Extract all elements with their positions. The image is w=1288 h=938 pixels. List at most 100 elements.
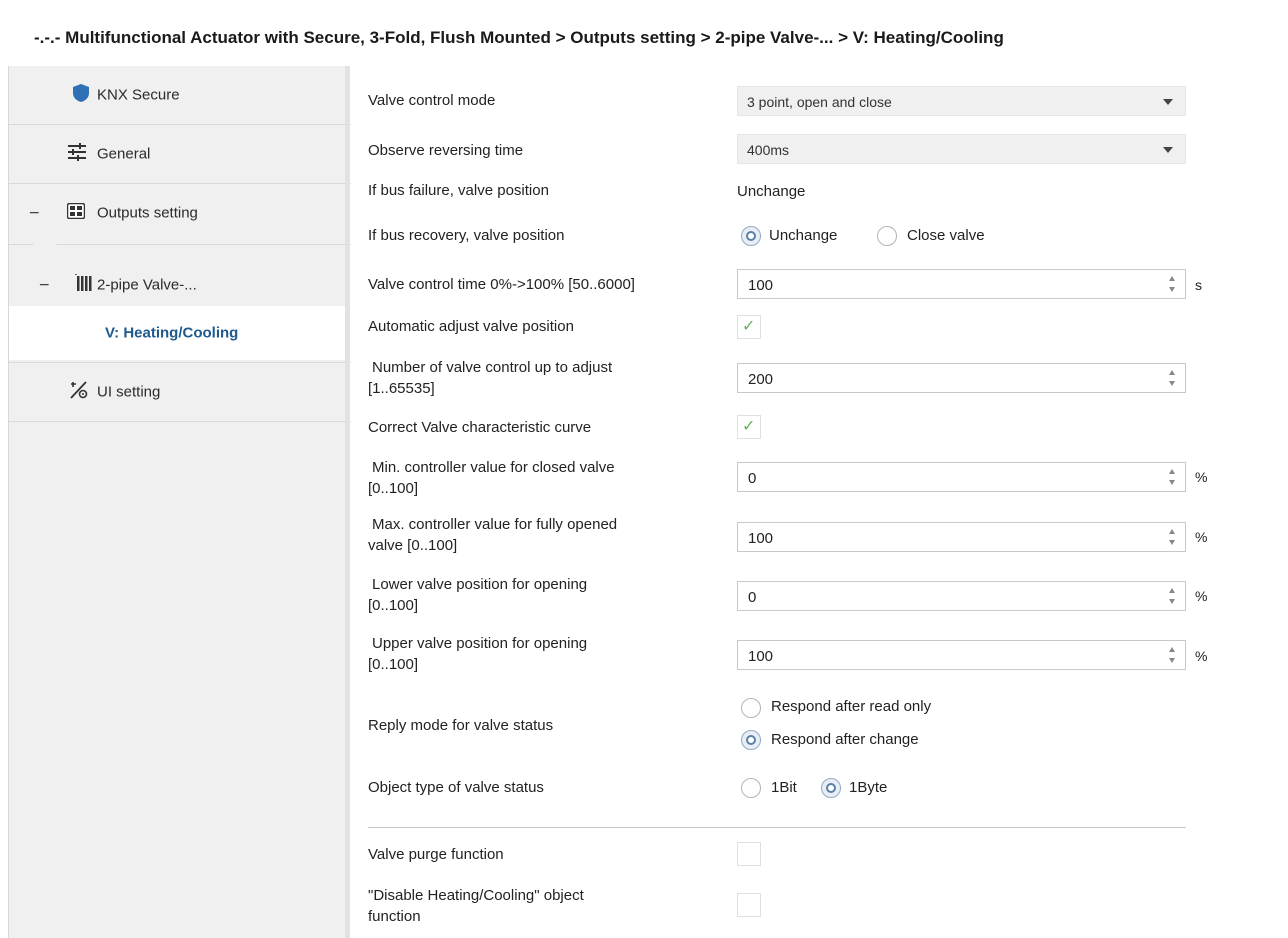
param-label: "Disable Heating/Cooling" object: [368, 887, 584, 904]
param-label: Correct Valve characteristic curve: [368, 419, 592, 436]
param-label: Object type of valve status: [368, 779, 544, 796]
title-bar: -.-.- Multifunctional Actuator with Secu…: [0, 0, 1288, 66]
object-type-radio-1bit[interactable]: [741, 778, 761, 798]
param-label: Min. controller value for closed valve: [372, 459, 615, 476]
param-label: If bus recovery, valve position: [368, 227, 565, 244]
sidebar-item-label: Outputs setting: [97, 204, 198, 222]
checkmark-icon: ✓: [742, 318, 756, 335]
param-label: Reply mode for valve status: [368, 717, 554, 734]
param-label: Valve control time 0%->100% [50..6000]: [368, 276, 635, 293]
breadcrumb-title: -.-.- Multifunctional Actuator with Secu…: [34, 28, 1004, 47]
sidebar-item-label: General: [97, 145, 151, 163]
grid-icon: [66, 202, 86, 223]
tree-notch: [33, 244, 57, 254]
sidebar-item-label: KNX Secure: [97, 86, 180, 104]
param-label-continued: function: [368, 908, 421, 925]
sidebar-item-label: 2-pipe Valve-...: [97, 276, 197, 294]
unit-label: %: [1195, 469, 1208, 485]
input-value: 100: [748, 277, 774, 294]
param-label-range: valve [0..100]: [368, 537, 458, 554]
valve-control-mode-select[interactable]: 3 point, open and close: [737, 86, 1186, 116]
radio-label: 1Bit: [771, 779, 797, 796]
param-label: If bus failure, valve position: [368, 182, 549, 199]
unit-label: %: [1195, 588, 1208, 604]
section-divider: [368, 827, 1186, 828]
spin-up-icon[interactable]: [1169, 647, 1175, 652]
collapse-toggle[interactable]: −: [39, 275, 50, 296]
param-label-range: [1..65535]: [368, 380, 435, 397]
param-label-range: [0..100]: [368, 656, 419, 673]
param-label-range: [0..100]: [368, 597, 419, 614]
lower-position-input[interactable]: 0: [737, 581, 1186, 611]
bus-failure-value: Unchange: [737, 183, 806, 200]
collapse-toggle[interactable]: −: [29, 203, 40, 224]
input-value: 0: [748, 589, 757, 606]
unit-label: s: [1195, 277, 1202, 293]
sidebar-item-ui-setting[interactable]: UI setting: [9, 363, 351, 421]
sidebar: KNX Secure General − Outputs setting − 2…: [8, 66, 351, 938]
input-value: 200: [748, 371, 774, 388]
param-label: Valve purge function: [368, 846, 504, 863]
input-value: 0: [748, 470, 757, 487]
spin-down-icon[interactable]: [1169, 287, 1175, 292]
param-label: Automatic adjust valve position: [368, 318, 574, 335]
select-value: 3 point, open and close: [747, 94, 892, 110]
param-label: Lower valve position for opening: [372, 576, 588, 593]
radio-label: Respond after change: [771, 731, 919, 748]
param-label: Valve control mode: [368, 92, 496, 109]
input-value: 100: [748, 530, 774, 547]
param-label: Max. controller value for fully opened: [372, 516, 618, 533]
param-label: Upper valve position for opening: [372, 635, 588, 652]
reversing-time-select[interactable]: 400ms: [737, 134, 1186, 164]
sidebar-item-knx-secure[interactable]: KNX Secure: [9, 66, 351, 124]
correct-curve-checkbox[interactable]: ✓: [737, 415, 761, 439]
ui-setting-icon: [69, 380, 89, 404]
valve-purge-checkbox[interactable]: [737, 842, 761, 866]
reply-mode-radio-after-change[interactable]: [741, 730, 761, 750]
sidebar-item-general[interactable]: General: [9, 125, 351, 183]
sidebar-item-outputs-setting[interactable]: − Outputs setting: [9, 184, 351, 242]
sliders-icon: [67, 143, 87, 165]
min-controller-input[interactable]: 0: [737, 462, 1186, 492]
sidebar-item-label: UI setting: [97, 383, 161, 401]
disable-heating-cooling-checkbox[interactable]: [737, 893, 761, 917]
spin-down-icon[interactable]: [1169, 480, 1175, 485]
num-valve-control-input[interactable]: 200: [737, 363, 1186, 393]
spin-down-icon[interactable]: [1169, 599, 1175, 604]
spin-down-icon[interactable]: [1169, 658, 1175, 663]
param-label-range: [0..100]: [368, 480, 419, 497]
reply-mode-radio-read-only[interactable]: [741, 698, 761, 718]
spin-up-icon[interactable]: [1169, 469, 1175, 474]
radio-label: Unchange: [769, 227, 838, 244]
unit-label: %: [1195, 529, 1208, 545]
param-label: Number of valve control up to adjust: [372, 359, 613, 376]
chevron-down-icon: [1163, 99, 1173, 105]
sidebar-item-heating-cooling[interactable]: V: Heating/Cooling: [9, 306, 351, 360]
parameter-pane: Valve control mode 3 point, open and clo…: [350, 66, 1288, 938]
object-type-radio-1byte[interactable]: [821, 778, 841, 798]
radio-label: Close valve: [907, 227, 985, 244]
spin-down-icon[interactable]: [1169, 540, 1175, 545]
radiator-icon: [71, 273, 93, 296]
radio-label: 1Byte: [849, 779, 888, 796]
spin-up-icon[interactable]: [1169, 276, 1175, 281]
spin-up-icon[interactable]: [1169, 529, 1175, 534]
spin-up-icon[interactable]: [1169, 588, 1175, 593]
select-value: 400ms: [747, 142, 790, 158]
shield-icon: [73, 84, 89, 106]
unit-label: %: [1195, 648, 1208, 664]
control-time-input[interactable]: 100: [737, 269, 1186, 299]
checkmark-icon: ✓: [742, 418, 756, 435]
bus-recovery-radio-close[interactable]: [877, 226, 897, 246]
radio-label: Respond after read only: [771, 698, 932, 715]
max-controller-input[interactable]: 100: [737, 522, 1186, 552]
upper-position-input[interactable]: 100: [737, 640, 1186, 670]
spin-up-icon[interactable]: [1169, 370, 1175, 375]
sidebar-item-label: V: Heating/Cooling: [105, 324, 239, 342]
spin-down-icon[interactable]: [1169, 381, 1175, 386]
param-label: Observe reversing time: [368, 142, 524, 159]
bus-recovery-radio-unchange[interactable]: [741, 226, 761, 246]
input-value: 100: [748, 648, 774, 665]
auto-adjust-checkbox[interactable]: ✓: [737, 315, 761, 339]
chevron-down-icon: [1163, 147, 1173, 153]
